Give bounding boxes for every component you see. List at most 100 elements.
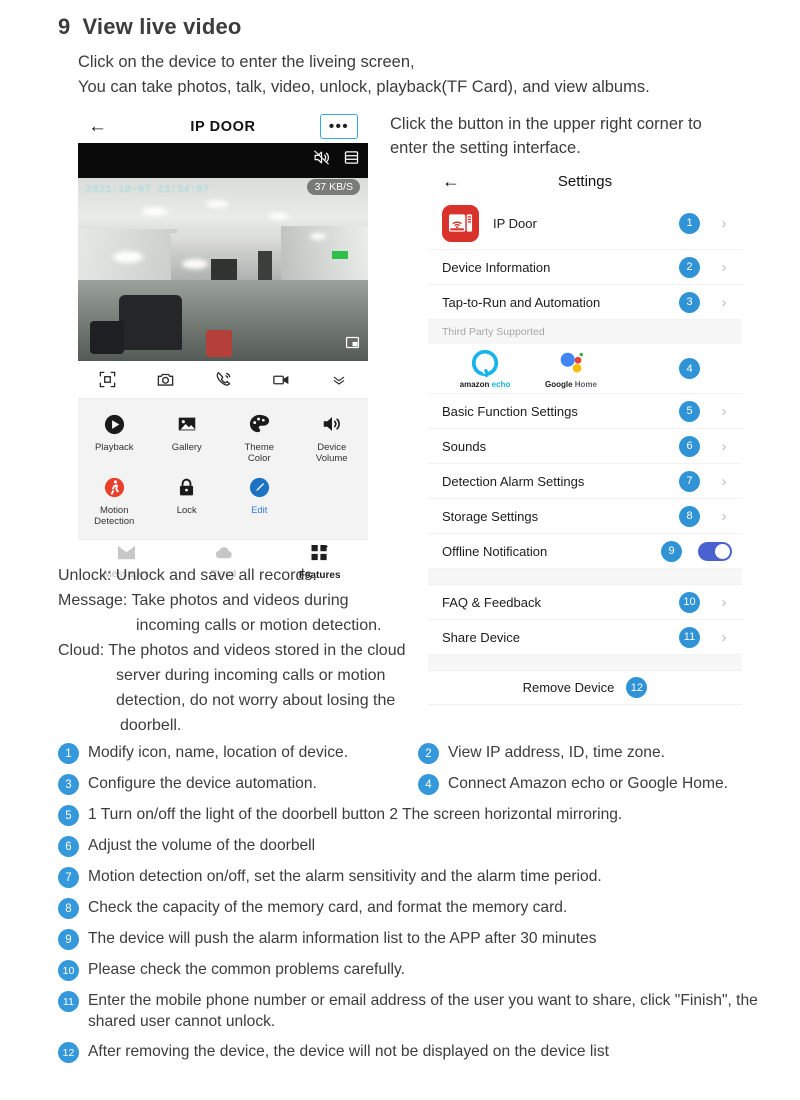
fullscreen-icon[interactable] xyxy=(78,370,136,389)
feature-label: Edit xyxy=(251,505,268,516)
picture-in-picture-icon[interactable] xyxy=(345,335,360,355)
feature-edit[interactable]: Edit xyxy=(223,470,296,529)
feature-label: Playback xyxy=(94,442,134,453)
callout-badge: 6 xyxy=(679,435,700,457)
settings-row-detection-alarm[interactable]: Detection Alarm Settings 7 › xyxy=(428,464,742,499)
description-line-4: Cloud: The photos and videos stored in t… xyxy=(58,642,406,659)
note-badge: 11 xyxy=(58,991,79,1012)
intro-text: Click on the device to enter the liveing… xyxy=(78,50,650,100)
note-badge: 3 xyxy=(58,774,79,795)
google-home-caption: Google Home xyxy=(544,380,597,389)
settings-row-label: Sounds xyxy=(442,438,487,454)
settings-row-storage[interactable]: Storage Settings 8 › xyxy=(428,499,742,534)
chevron-right-icon[interactable]: › xyxy=(716,629,732,646)
note-row-1-2: 1 Modify icon, name, location of device.… xyxy=(58,742,758,764)
settings-row-label: Tap-to-Run and Automation xyxy=(442,294,601,310)
feature-gallery[interactable]: Gallery xyxy=(151,407,224,466)
settings-row-label: Device Information xyxy=(442,259,551,275)
note-badge: 9 xyxy=(58,929,79,950)
description-line-2: Message: Take photos and videos during xyxy=(58,592,349,609)
note-badge: 2 xyxy=(418,743,439,764)
video-scene xyxy=(78,178,368,361)
note-text: View IP address, ID, time zone. xyxy=(448,744,665,761)
description-line-6: detection, do not worry about losing the xyxy=(116,692,396,709)
settings-row-label: Basic Function Settings xyxy=(442,403,578,419)
chevron-right-icon[interactable]: › xyxy=(716,508,732,525)
feature-label: Lock xyxy=(176,505,197,516)
motion-detection-icon xyxy=(101,474,127,500)
note-badge: 10 xyxy=(58,960,79,981)
note-item-9: 9 The device will push the alarm informa… xyxy=(58,928,758,950)
page-title: 9 View live video xyxy=(58,14,242,40)
settings-row-sounds[interactable]: Sounds 6 › xyxy=(428,429,742,464)
lock-icon xyxy=(174,474,200,500)
chevron-right-icon[interactable]: › xyxy=(716,438,732,455)
right-caption-line-2: enter the setting interface. xyxy=(390,139,581,157)
callout-badge: 5 xyxy=(679,400,700,422)
chevron-right-icon[interactable]: › xyxy=(716,259,732,276)
feature-playback[interactable]: Playback xyxy=(78,407,151,466)
callout-badge: 2 xyxy=(679,256,700,278)
settings-row-basic-function[interactable]: Basic Function Settings 5 › xyxy=(428,394,742,429)
feature-label: Motion Detection xyxy=(94,505,135,527)
note-text: After removing the device, the device wi… xyxy=(88,1043,609,1060)
gallery-icon xyxy=(174,411,200,437)
note-item-7: 7 Motion detection on/off, set the alarm… xyxy=(58,866,758,888)
camera-icon[interactable] xyxy=(136,370,194,389)
feature-lock[interactable]: Lock xyxy=(151,470,224,529)
note-item-6: 6 Adjust the volume of the doorbell xyxy=(58,835,758,857)
note-item-12: 12 After removing the device, the device… xyxy=(58,1041,758,1063)
more-options-button[interactable]: ••• xyxy=(320,114,358,139)
chevron-right-icon[interactable]: › xyxy=(716,215,732,232)
note-text: Please check the common problems careful… xyxy=(88,961,405,978)
intro-line-2: You can take photos, talk, video, unlock… xyxy=(78,78,650,96)
note-item-11: 11 Enter the mobile phone number or emai… xyxy=(58,990,758,1032)
description-line-3: incoming calls or motion detection. xyxy=(136,617,382,634)
edit-icon xyxy=(246,474,272,500)
intro-line-1: Click on the device to enter the liveing… xyxy=(78,53,415,71)
feature-theme-color[interactable]: Theme Color xyxy=(223,407,296,466)
right-caption: Click the button in the upper right corn… xyxy=(390,112,760,160)
note-row-3-4: 3 Configure the device automation. 4 Con… xyxy=(58,773,758,795)
right-caption-line-1: Click the button in the upper right corn… xyxy=(390,115,702,133)
description-line-7: doorbell. xyxy=(120,717,182,734)
chevron-right-icon[interactable]: › xyxy=(716,294,732,311)
note-badge: 5 xyxy=(58,805,79,826)
chevron-right-icon[interactable]: › xyxy=(716,473,732,490)
live-video-view[interactable]: 2021-10-07 13:34:07 37 KB/S xyxy=(78,143,368,361)
settings-row-device-information[interactable]: Device Information 2 › xyxy=(428,250,742,285)
note-item-5: 5 1 Turn on/off the light of the doorbel… xyxy=(58,804,758,826)
play-icon xyxy=(101,411,127,437)
chevron-collapse-icon[interactable] xyxy=(310,372,368,388)
note-badge: 6 xyxy=(58,836,79,857)
note-text: Enter the mobile phone number or email a… xyxy=(88,992,758,1030)
settings-top-bar: ← Settings xyxy=(428,165,742,197)
video-record-icon[interactable] xyxy=(252,371,310,389)
settings-row-device[interactable]: IP Door 1 › xyxy=(428,197,742,250)
phone-mockup: ← IP DOOR ••• 2021-10-07 13:34:07 37 KB/… xyxy=(78,110,368,585)
feature-device-volume[interactable]: Device Volume xyxy=(296,407,369,466)
section-number: 9 xyxy=(58,14,71,39)
volume-icon xyxy=(319,411,345,437)
note-item-10: 10 Please check the common problems care… xyxy=(58,959,758,981)
note-text: Modify icon, name, location of device. xyxy=(88,744,349,761)
settings-row-third-party[interactable]: amazon echo Google Home 4 xyxy=(428,344,742,394)
phone-talk-icon[interactable] xyxy=(194,370,252,389)
feature-grid: Playback Gallery Theme Color Device Volu… xyxy=(78,399,368,539)
settings-row-label: Remove Device xyxy=(522,680,615,695)
feature-label: Device Volume xyxy=(315,442,348,464)
offline-notification-toggle[interactable] xyxy=(698,541,732,561)
feature-empty-slot xyxy=(296,470,369,529)
chevron-right-icon[interactable]: › xyxy=(716,403,732,420)
feature-label: Theme Color xyxy=(244,442,275,464)
amazon-echo-logo[interactable]: amazon echo xyxy=(442,348,528,389)
video-timestamp: 2021-10-07 13:34:07 xyxy=(86,185,210,196)
speaker-muted-icon[interactable] xyxy=(312,149,331,171)
settings-row-tap-to-run[interactable]: Tap-to-Run and Automation 3 › xyxy=(428,285,742,320)
google-home-logo[interactable]: Google Home xyxy=(528,348,614,389)
feature-motion-detection[interactable]: Motion Detection xyxy=(78,470,151,529)
note-badge: 12 xyxy=(58,1042,79,1063)
chevron-right-icon[interactable]: › xyxy=(716,594,732,611)
list-icon[interactable] xyxy=(343,149,360,171)
description-line-5: server during incoming calls or motion xyxy=(116,667,386,684)
